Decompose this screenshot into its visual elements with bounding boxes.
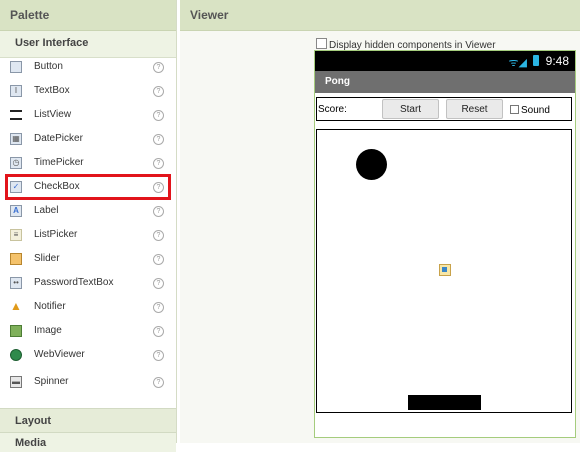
palette-item-listview[interactable]: ListView ?: [6, 103, 170, 127]
listpicker-icon: ≡: [10, 229, 22, 241]
slider-icon: [10, 253, 22, 265]
checkbox-icon: ✓: [10, 181, 22, 193]
help-icon[interactable]: ?: [153, 302, 164, 313]
help-icon[interactable]: ?: [153, 110, 164, 121]
palette-item-passwordtextbox[interactable]: •• PasswordTextBox ?: [6, 271, 170, 295]
wifi-signal-icon: ᯤ◢: [508, 57, 527, 69]
help-icon[interactable]: ?: [153, 206, 164, 217]
passwordtextbox-icon: ••: [10, 277, 22, 289]
palette-item-image[interactable]: Image ?: [6, 319, 170, 343]
help-icon[interactable]: ?: [153, 377, 164, 388]
section-user-interface[interactable]: User Interface: [0, 31, 176, 58]
palette-title: Palette: [0, 0, 176, 31]
palette-item-label: Slider: [34, 253, 60, 264]
datepicker-icon: ▦: [10, 133, 22, 145]
score-toolbar[interactable]: Score: Start Reset Sound: [316, 97, 572, 121]
help-icon[interactable]: ?: [153, 86, 164, 97]
checkbox-box[interactable]: [316, 38, 327, 49]
status-time: 9:48: [545, 54, 569, 68]
palette-item-button[interactable]: Button ?: [6, 55, 170, 79]
palette-item-label: ListView: [34, 109, 72, 120]
sound-checkbox[interactable]: Sound: [510, 105, 550, 116]
help-icon[interactable]: ?: [153, 326, 164, 337]
palette-item-datepicker[interactable]: ▦ DatePicker ?: [6, 127, 170, 151]
palette-item-label: Spinner: [34, 376, 69, 387]
palette-item-label: TextBox: [34, 85, 70, 96]
palette-item-label: Label: [34, 205, 59, 216]
palette-item-label: WebViewer: [34, 349, 85, 360]
sound-checkbox-box[interactable]: [510, 105, 519, 114]
ball-sprite[interactable]: [356, 149, 387, 180]
reset-button[interactable]: Reset: [446, 99, 503, 119]
palette-item-timepicker[interactable]: ◷ TimePicker ?: [6, 151, 170, 175]
help-icon[interactable]: ?: [153, 350, 164, 361]
help-icon[interactable]: ?: [153, 134, 164, 145]
help-icon[interactable]: ?: [153, 62, 164, 73]
palette-panel: Palette User Interface Button ? I TextBo…: [0, 0, 177, 452]
image-icon: [10, 325, 22, 337]
palette-item-listpicker[interactable]: ≡ ListPicker ?: [6, 223, 170, 247]
paddle-sprite[interactable]: [408, 395, 481, 410]
palette-item-spinner[interactable]: ▬ Spinner ?: [6, 370, 170, 394]
label-icon: A: [10, 205, 22, 217]
help-icon[interactable]: ?: [153, 158, 164, 169]
section-media[interactable]: Media: [0, 432, 176, 452]
help-icon[interactable]: ?: [153, 278, 164, 289]
viewer-title: Viewer: [180, 0, 580, 31]
viewer-panel: Viewer Display hidden components in View…: [180, 0, 580, 443]
score-label: Score:: [318, 104, 347, 115]
palette-item-label: Notifier: [34, 301, 66, 312]
textbox-icon: I: [10, 85, 22, 97]
image-sprite-icon[interactable]: [439, 264, 451, 276]
palette-item-label[interactable]: A Label ?: [6, 199, 170, 223]
game-canvas[interactable]: [316, 129, 572, 413]
help-icon[interactable]: ?: [153, 182, 164, 193]
palette-item-label: ListPicker: [34, 229, 78, 240]
button-icon: [10, 61, 22, 73]
listview-icon: [10, 110, 22, 120]
palette-item-label: TimePicker: [34, 157, 84, 168]
palette-item-textbox[interactable]: I TextBox ?: [6, 79, 170, 103]
spinner-icon: ▬: [10, 376, 22, 388]
timepicker-icon: ◷: [10, 157, 22, 169]
help-icon[interactable]: ?: [153, 254, 164, 265]
palette-item-slider[interactable]: Slider ?: [6, 247, 170, 271]
palette-item-label: Button: [34, 61, 63, 72]
status-bar: ᯤ◢ 9:48: [315, 51, 575, 71]
phone-preview: ᯤ◢ 9:48 Pong Score: Start Reset Sound: [314, 50, 576, 438]
palette-item-label: PasswordTextBox: [34, 277, 114, 288]
palette-item-label: DatePicker: [34, 133, 83, 144]
screen-title: Pong: [315, 71, 575, 93]
palette-item-notifier[interactable]: ▲ Notifier ?: [6, 295, 170, 319]
palette-item-webviewer[interactable]: WebViewer ?: [6, 343, 170, 367]
palette-item-checkbox[interactable]: ✓ CheckBox ?: [5, 174, 171, 200]
sound-label: Sound: [521, 105, 550, 116]
help-icon[interactable]: ?: [153, 230, 164, 241]
section-layout[interactable]: Layout: [0, 408, 176, 432]
start-button[interactable]: Start: [382, 99, 439, 119]
notifier-icon: ▲: [10, 299, 22, 313]
webviewer-icon: [10, 349, 22, 361]
palette-item-label: Image: [34, 325, 62, 336]
palette-item-label: CheckBox: [34, 181, 80, 192]
battery-icon: [533, 55, 539, 66]
